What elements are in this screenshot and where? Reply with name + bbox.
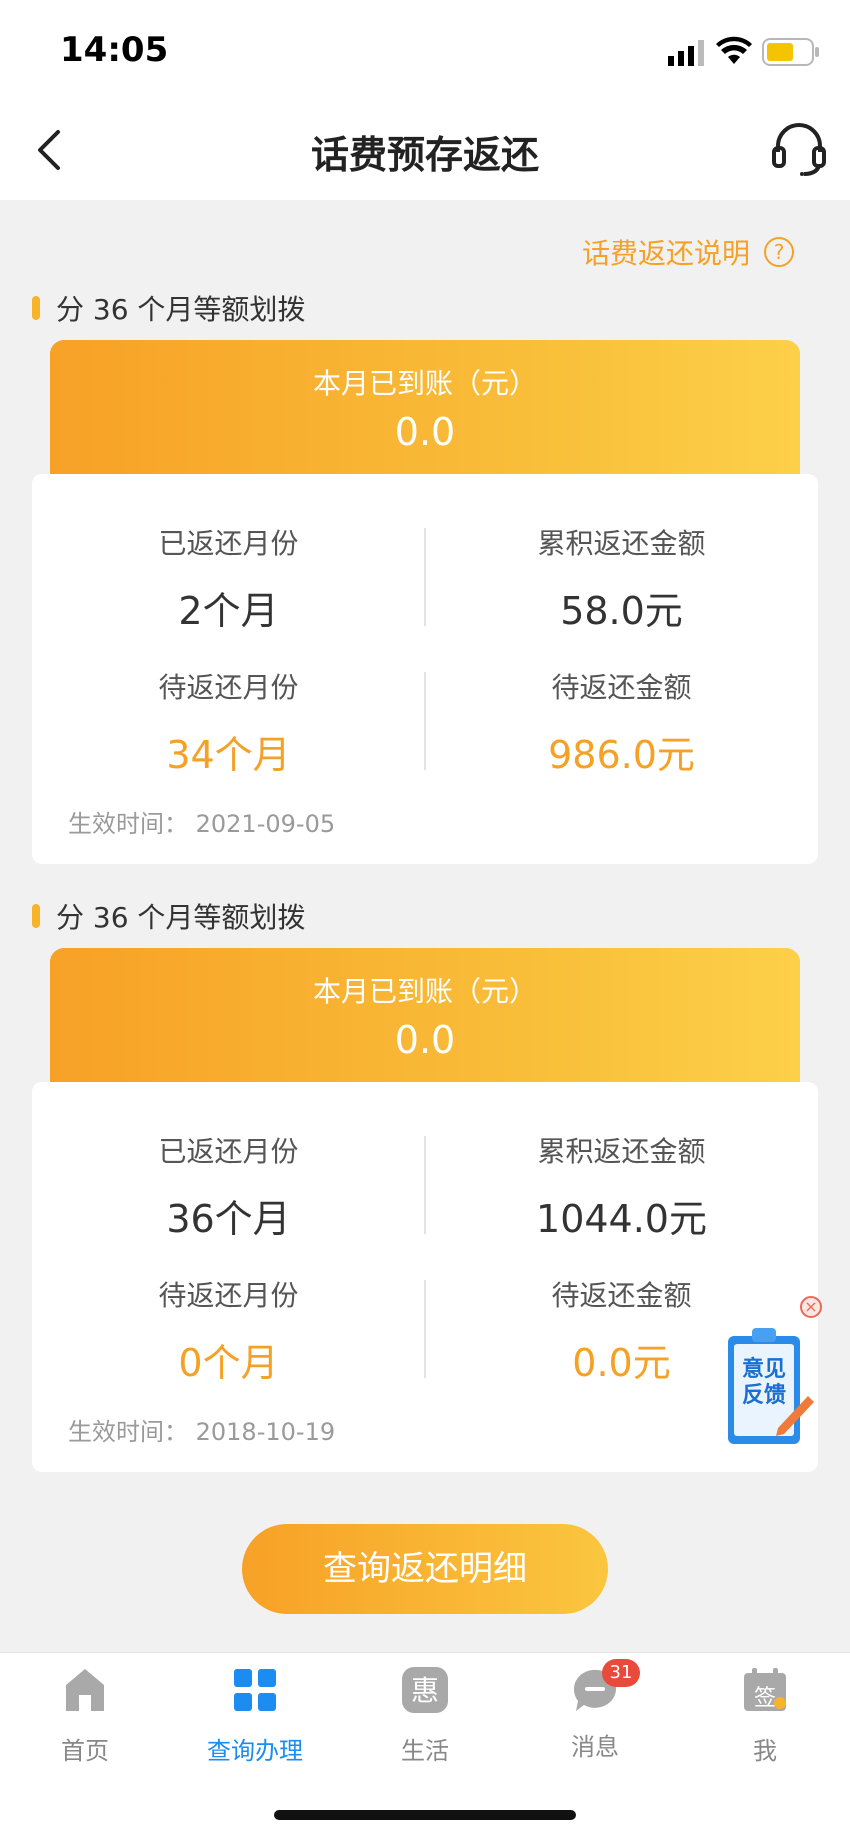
returned-amount-label: 累积返还金额 [537,1135,706,1168]
signal-icon [668,40,704,66]
monthly-received-banner: 本月已到账（元） 0.0 [50,948,800,1084]
returned-amount-label: 累积返还金额 [537,527,706,560]
query-details-button[interactable]: 查询返还明细 [242,1524,608,1614]
pending-amount-label: 待返还金额 [551,671,692,704]
pending-months-label: 待返还月份 [158,1279,299,1312]
monthly-received-banner: 本月已到账（元） 0.0 [50,340,800,476]
headset-icon[interactable] [772,120,826,176]
message-icon-wrap: 31 [570,1659,640,1715]
effective-time: 生效时间： 2021-09-05 [68,810,336,838]
pending-months-label: 待返还月份 [158,671,299,704]
plan-section-title: 分 36 个月等额划拨 [32,288,305,328]
grid-icon [234,1669,276,1711]
effective-time: 生效时间： 2018-10-19 [68,1418,336,1446]
returned-months-value: 36个月 [166,1197,291,1241]
section-title-text: 分 36 个月等额划拨 [56,901,306,934]
return-description-label: 话费返还说明 [581,237,750,270]
message-badge: 31 [602,1659,640,1687]
wifi-icon [716,36,752,64]
returned-amount-value: 58.0元 [560,589,683,633]
returned-months-label: 已返还月份 [158,527,299,560]
status-bar: 14:05 [0,0,850,100]
pending-amount-value: 986.0元 [548,733,695,777]
tab-messages-label: 消息 [571,1733,619,1761]
monthly-received-value: 0.0 [394,410,456,454]
section-marker [32,296,40,320]
feedback-line1: 意见 [742,1356,786,1382]
monthly-received-label: 本月已到账（元） [312,367,537,400]
section-title-text: 分 36 个月等额划拨 [56,293,306,326]
pending-amount: 待返还金额 986.0元 [425,666,818,779]
page-title: 话费预存返还 [310,133,539,177]
returned-months-label: 已返还月份 [158,1135,299,1168]
sign-glyph: 签 [754,1686,776,1711]
feedback-widget[interactable]: 意见 反馈 [716,1296,816,1456]
return-description-link[interactable]: 话费返还说明 ? [582,232,794,272]
feedback-line2: 反馈 [742,1382,786,1408]
hui-icon: 惠 [402,1667,448,1713]
returned-months-value: 2个月 [178,589,279,633]
pending-months-value: 34个月 [166,733,291,777]
pending-months: 待返还月份 34个月 [32,666,425,779]
returned-amount: 累积返还金额 1044.0元 [425,1130,818,1243]
tab-life-label: 生活 [401,1737,449,1765]
tab-query[interactable]: 查询办理 [170,1665,340,1766]
status-time: 14:05 [60,30,169,70]
battery-icon [762,38,819,66]
tab-messages[interactable]: 31 消息 [510,1659,680,1762]
returned-months: 已返还月份 2个月 [32,522,425,635]
calendar-sign-icon: 签 [744,1668,786,1711]
tab-home-label: 首页 [61,1737,109,1765]
tab-query-label: 查询办理 [207,1737,303,1765]
plan-summary-card: 已返还月份 36个月 累积返还金额 1044.0元 待返还月份 0个月 待返还金… [32,1082,818,1472]
plan-section-title: 分 36 个月等额划拨 [32,896,305,936]
tab-me-label: 我 [753,1737,777,1765]
home-icon [66,1669,104,1711]
section-marker [32,904,40,928]
hui-glyph: 惠 [411,1674,439,1707]
home-indicator [274,1810,576,1820]
plan-summary-card: 已返还月份 2个月 累积返还金额 58.0元 待返还月份 34个月 待返还金额 … [32,474,818,864]
pending-months-value: 0个月 [178,1341,279,1385]
tab-me[interactable]: 签 我 [680,1665,850,1766]
returned-months: 已返还月份 36个月 [32,1130,425,1243]
question-icon: ? [764,237,794,267]
monthly-received-value: 0.0 [394,1018,456,1062]
returned-amount-value: 1044.0元 [536,1197,707,1241]
pending-months: 待返还月份 0个月 [32,1274,425,1387]
returned-amount: 累积返还金额 58.0元 [425,522,818,635]
monthly-received-label: 本月已到账（元） [312,975,537,1008]
tab-home[interactable]: 首页 [0,1665,170,1766]
tab-life[interactable]: 惠 生活 [340,1665,510,1766]
